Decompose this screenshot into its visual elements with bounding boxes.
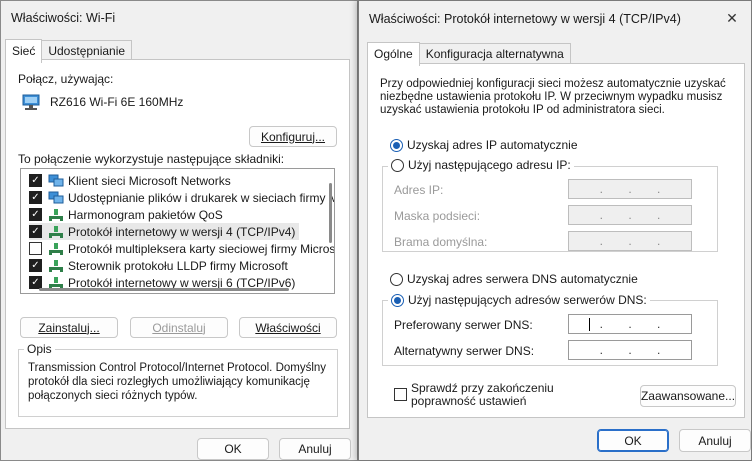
component-checkbox[interactable]: ✓ bbox=[29, 174, 42, 187]
ipv4-properties-window: Właściwości: Protokół internetowy w wers… bbox=[358, 0, 752, 461]
subnet-mask-label: Maska podsieci: bbox=[394, 209, 481, 223]
validate-checkbox[interactable] bbox=[394, 388, 407, 401]
subnet-mask-field[interactable]: ... bbox=[568, 205, 692, 225]
description-title: Opis bbox=[24, 342, 55, 356]
advanced-button[interactable]: Zaawansowane... bbox=[640, 385, 736, 407]
tab-general[interactable]: Ogólne bbox=[367, 42, 420, 66]
component-checkbox[interactable]: ✓ bbox=[29, 225, 42, 238]
components-list[interactable]: ✓ Klient sieci Microsoft Networks ✓ Udostęp… bbox=[20, 168, 335, 294]
network-component-icon bbox=[48, 191, 64, 205]
component-checkbox[interactable]: ✓ bbox=[29, 208, 42, 221]
advanced-button-label: Zaawansowane... bbox=[640, 389, 736, 403]
component-label: Sterownik protokołu LLDP firmy Microsoft bbox=[68, 258, 288, 273]
component-row[interactable]: Protokół multipleksera karty sieciowej f… bbox=[29, 240, 334, 257]
components-label: To połączenie wykorzystuje następujące s… bbox=[18, 152, 285, 166]
dns-manual-radio[interactable] bbox=[391, 293, 404, 307]
gateway-field[interactable]: ... bbox=[568, 231, 692, 251]
network-component-icon bbox=[48, 174, 64, 188]
component-label: Protokół internetowy w wersji 4 (TCP/IPv… bbox=[68, 224, 296, 239]
description-text: Transmission Control Protocol/Internet P… bbox=[28, 362, 327, 402]
preferred-dns-label: Preferowany serwer DNS: bbox=[394, 318, 533, 332]
component-checkbox[interactable]: ✓ bbox=[29, 259, 42, 272]
component-checkbox[interactable] bbox=[29, 242, 42, 255]
text-cursor bbox=[589, 318, 590, 331]
component-row[interactable]: ✓ Sterownik protokołu LLDP firmy Microsof… bbox=[29, 257, 288, 274]
component-row[interactable]: ✓ Udostępnianie plików i drukarek w sieci… bbox=[29, 189, 334, 206]
properties-button[interactable]: Właściwości bbox=[239, 317, 337, 338]
component-checkbox[interactable]: ✓ bbox=[29, 191, 42, 204]
properties-button-label: Właściwości bbox=[255, 320, 321, 335]
component-label: Protokół multipleksera karty sieciowej f… bbox=[68, 241, 334, 256]
validate-option[interactable]: Sprawdź przy zakończeniu poprawność usta… bbox=[394, 382, 611, 408]
ip-manual-label: Użyj następującego adresu IP: bbox=[408, 158, 571, 172]
ip-manual-option[interactable]: Użyj następującego adresu IP: bbox=[388, 158, 574, 172]
right-ok-button[interactable]: OK bbox=[597, 429, 669, 452]
component-row[interactable]: ✓ Harmonogram pakietów QoS bbox=[29, 206, 223, 223]
component-label: Harmonogram pakietów QoS bbox=[68, 207, 223, 222]
ip-auto-radio[interactable] bbox=[390, 138, 403, 152]
general-tab-panel: Przy odpowiedniej konfiguracji sieci moż… bbox=[367, 63, 745, 418]
dns-manual-option[interactable]: Użyj następujących adresów serwerów DNS: bbox=[388, 293, 650, 307]
uninstall-button[interactable]: Odinstaluj bbox=[130, 317, 228, 338]
vertical-scrollbar[interactable] bbox=[329, 183, 332, 243]
configure-button[interactable]: Konfiguruj... bbox=[249, 126, 337, 147]
right-ok-label: OK bbox=[624, 433, 642, 448]
dns-auto-radio[interactable] bbox=[390, 272, 403, 286]
right-cancel-label: Anuluj bbox=[698, 433, 732, 448]
ipv4-window-title: Właściwości: Protokół internetowy w wers… bbox=[369, 12, 681, 26]
close-icon[interactable]: ✕ bbox=[721, 7, 743, 29]
preferred-dns-field[interactable]: ... bbox=[568, 314, 692, 334]
component-label: Udostępnianie plików i drukarek w siecia… bbox=[68, 190, 334, 205]
dns-auto-option[interactable]: Uzyskaj adres serwera DNS automatycznie bbox=[390, 272, 638, 286]
ip-manual-radio[interactable] bbox=[391, 158, 404, 172]
gateway-label: Brama domyślna: bbox=[394, 235, 488, 249]
protocol-icon bbox=[48, 225, 64, 239]
ip-address-label: Adres IP: bbox=[394, 183, 444, 197]
wifi-properties-window: Właściwości: Wi-Fi Sieć Udostępnianie Po… bbox=[0, 0, 358, 461]
install-button-label: Zainstaluj... bbox=[38, 320, 100, 335]
tab-network[interactable]: Sieć bbox=[5, 39, 43, 63]
window-title: Właściwości: Wi-Fi bbox=[11, 11, 116, 25]
install-button[interactable]: Zainstaluj... bbox=[20, 317, 118, 338]
left-cancel-button[interactable]: Anuluj bbox=[279, 438, 351, 460]
uninstall-button-label: Odinstaluj bbox=[152, 320, 206, 335]
ip-address-field[interactable]: ... bbox=[568, 179, 692, 199]
dns-auto-label: Uzyskaj adres serwera DNS automatycznie bbox=[407, 272, 638, 286]
alternate-dns-label: Alternatywny serwer DNS: bbox=[394, 344, 535, 358]
network-adapter-icon bbox=[22, 94, 40, 110]
intro-text: Przy odpowiedniej konfiguracji sieci moż… bbox=[380, 78, 726, 116]
connect-using-label: Połącz, używając: bbox=[18, 72, 114, 86]
left-ok-label: OK bbox=[224, 442, 242, 456]
network-tab-panel: Połącz, używając: RZ616 Wi-Fi 6E 160MHz … bbox=[5, 59, 350, 429]
protocol-icon bbox=[48, 259, 64, 273]
adapter-row: RZ616 Wi-Fi 6E 160MHz bbox=[22, 94, 183, 110]
right-cancel-button[interactable]: Anuluj bbox=[679, 429, 751, 452]
left-cancel-label: Anuluj bbox=[298, 442, 332, 456]
component-label: Klient sieci Microsoft Networks bbox=[68, 173, 231, 188]
horizontal-scrollbar[interactable] bbox=[39, 288, 289, 291]
left-ok-button[interactable]: OK bbox=[197, 438, 269, 460]
protocol-icon bbox=[48, 242, 64, 256]
ip-auto-label: Uzyskaj adres IP automatycznie bbox=[407, 138, 578, 152]
alternate-dns-field[interactable]: ... bbox=[568, 340, 692, 360]
dns-manual-label: Użyj następujących adresów serwerów DNS: bbox=[408, 293, 647, 307]
protocol-icon bbox=[48, 208, 64, 222]
configure-button-label: Konfiguruj... bbox=[260, 129, 326, 144]
component-row[interactable]: ✓ Klient sieci Microsoft Networks bbox=[29, 172, 231, 189]
component-row[interactable]: ✓ Protokół internetowy w wersji 4 (TCP/IP… bbox=[29, 223, 300, 240]
validate-label: Sprawdź przy zakończeniu poprawność usta… bbox=[411, 381, 554, 408]
adapter-name: RZ616 Wi-Fi 6E 160MHz bbox=[50, 95, 184, 109]
ip-auto-option[interactable]: Uzyskaj adres IP automatycznie bbox=[390, 138, 578, 152]
